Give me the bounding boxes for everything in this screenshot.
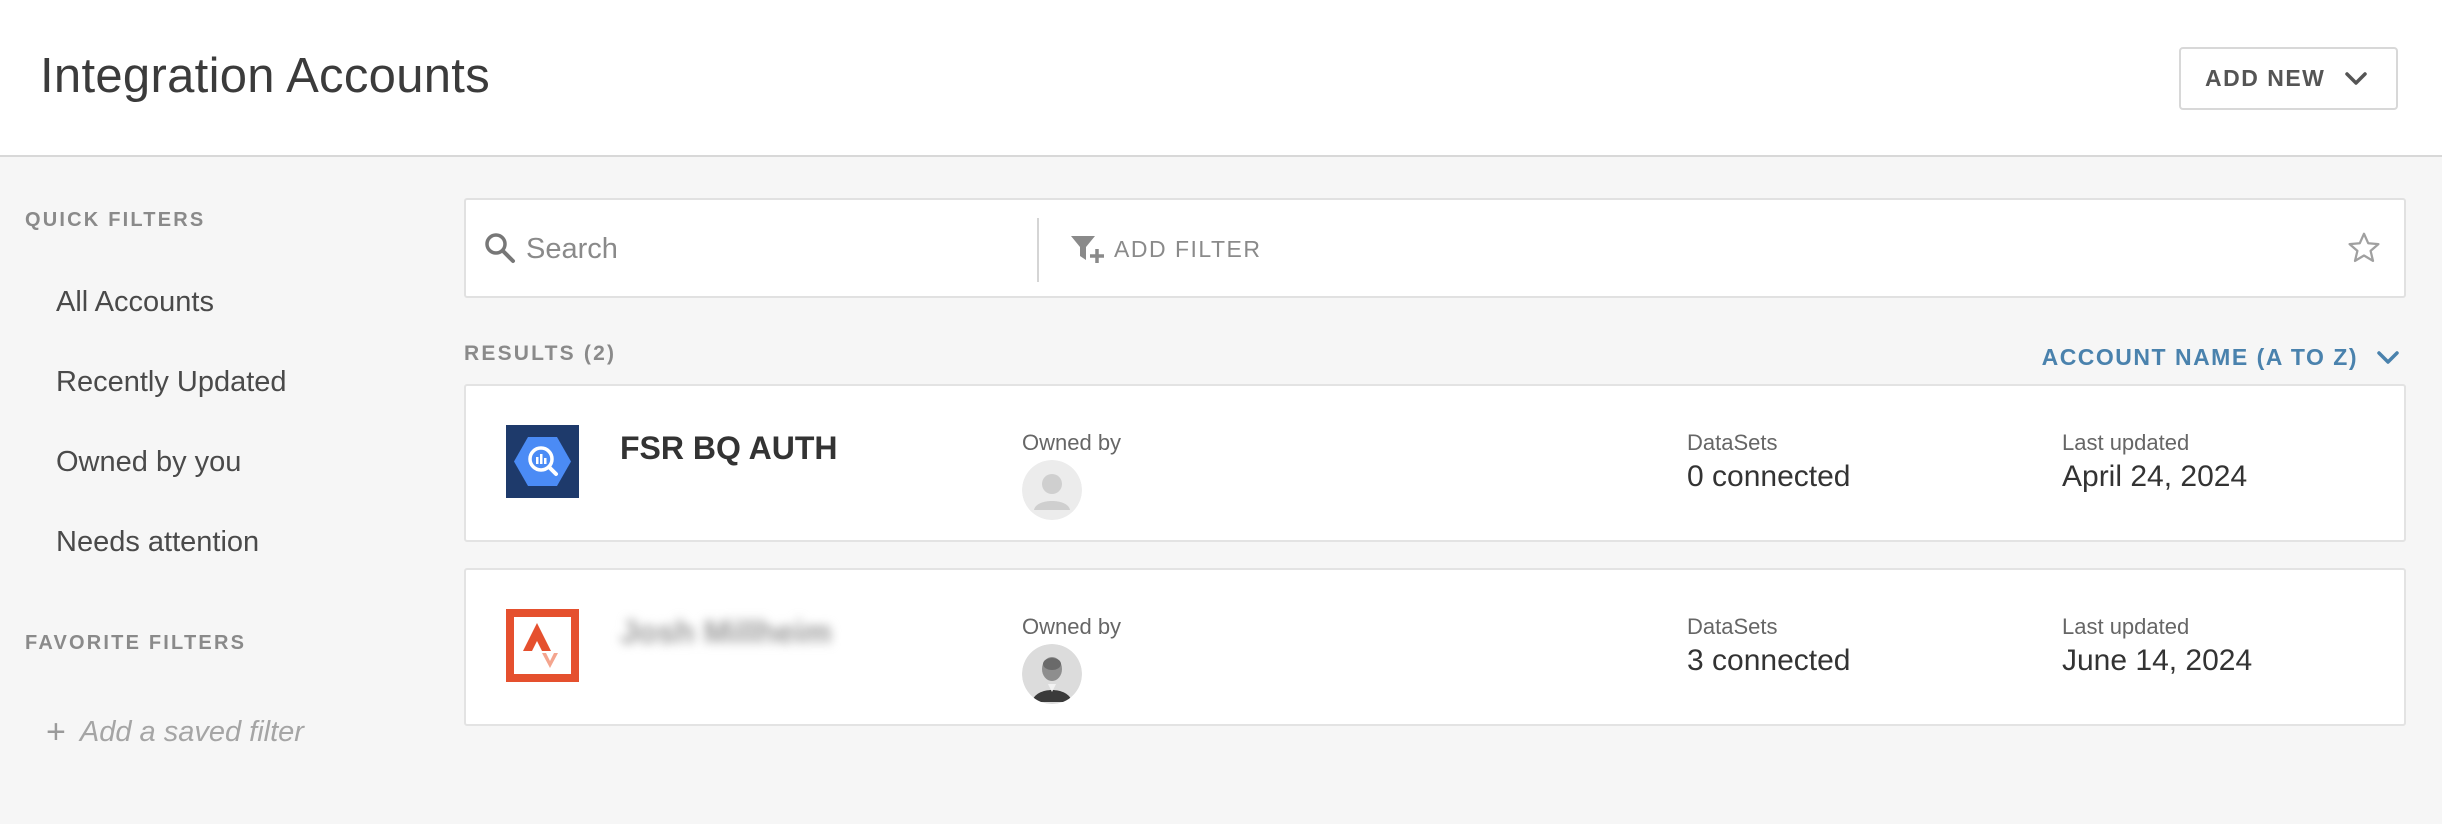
search-divider (1037, 218, 1039, 282)
owned-by-label: Owned by (1022, 614, 1122, 639)
sort-label: ACCOUNT NAME (A TO Z) (2041, 344, 2358, 370)
quick-filter-owned-by-you[interactable]: Owned by you (56, 446, 241, 479)
user-photo-avatar (1022, 644, 1082, 704)
last-updated-label: Last updated (2062, 614, 2190, 639)
datasets-count: 0 connected (1687, 460, 1851, 493)
star-icon[interactable] (2346, 230, 2382, 266)
search-icon (485, 233, 515, 263)
favorite-filters-heading: FAVORITE FILTERS (25, 632, 247, 654)
filters-sidebar: QUICK FILTERS All Accounts Recently Upda… (0, 159, 440, 824)
datasets-label: DataSets (1687, 430, 1778, 455)
add-saved-filter-button[interactable]: + Add a saved filter (46, 715, 304, 749)
last-updated-date: April 24, 2024 (2062, 460, 2248, 493)
search-input[interactable] (526, 224, 1086, 274)
page-title: Integration Accounts (40, 49, 491, 103)
quick-filter-all-accounts[interactable]: All Accounts (56, 286, 214, 319)
account-name: FSR BQ AUTH (620, 430, 838, 466)
quick-filters-heading: QUICK FILTERS (25, 209, 206, 231)
quick-filter-needs-attention[interactable]: Needs attention (56, 526, 259, 559)
account-card[interactable]: Josh Millheim Owned by DataSets 3 connec… (464, 568, 2406, 726)
add-new-label: ADD NEW (2205, 65, 2326, 91)
plus-icon: + (46, 713, 66, 751)
bigquery-icon (506, 425, 579, 498)
datasets-count: 3 connected (1687, 644, 1851, 677)
page-header: Integration Accounts ADD NEW (0, 0, 2442, 157)
filter-add-icon (1071, 236, 1104, 263)
sort-dropdown[interactable]: ACCOUNT NAME (A TO Z) (2042, 344, 2400, 371)
default-user-avatar (1022, 460, 1082, 520)
last-updated-date: June 14, 2024 (2062, 644, 2253, 677)
add-filter-button[interactable]: ADD FILTER (1070, 234, 1261, 264)
account-card[interactable]: FSR BQ AUTH Owned by DataSets 0 connecte… (464, 384, 2406, 542)
strava-icon (506, 609, 579, 682)
add-new-button[interactable]: ADD NEW (2179, 47, 2398, 110)
search-filter-bar: ADD FILTER (464, 198, 2406, 298)
chevron-down-icon (2345, 72, 2367, 85)
chevron-down-icon (2377, 350, 2399, 364)
account-name: Josh Millheim (620, 614, 832, 650)
quick-filter-recently-updated[interactable]: Recently Updated (56, 366, 287, 399)
add-filter-label: ADD FILTER (1114, 235, 1262, 262)
results-count: RESULTS (2) (464, 342, 617, 365)
add-saved-filter-label: Add a saved filter (79, 715, 304, 748)
datasets-label: DataSets (1687, 614, 1778, 639)
owned-by-label: Owned by (1022, 430, 1122, 455)
last-updated-label: Last updated (2062, 430, 2190, 455)
